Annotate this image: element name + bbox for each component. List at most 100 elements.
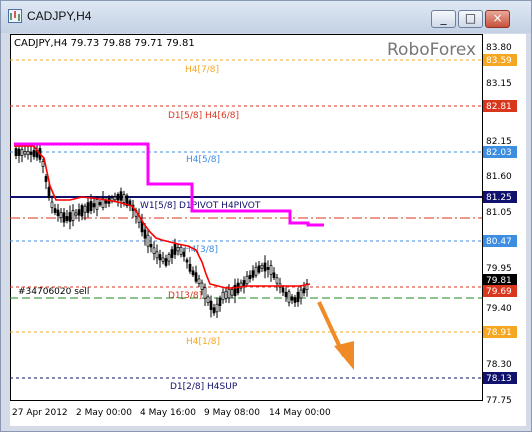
candle-body xyxy=(56,209,60,217)
level-label-h4-1-8: H4[1/8] xyxy=(186,337,220,347)
candle-body xyxy=(170,249,174,258)
candle-body xyxy=(185,259,189,263)
candle-body xyxy=(59,212,63,218)
candle-body xyxy=(104,200,108,204)
candle-body xyxy=(98,202,102,206)
candle-body xyxy=(302,288,306,294)
level-label-h4-5-8: H4[5/8] xyxy=(186,155,220,165)
chart-window: CADJPY,H4 _ □ × CADJPY,H4 79.73 79.88 79… xyxy=(0,0,532,432)
window-title: CADJPY,H4 xyxy=(27,9,92,23)
candle-body xyxy=(29,151,33,155)
maximize-button[interactable]: □ xyxy=(458,10,483,28)
candle-body xyxy=(215,303,219,313)
candle-body xyxy=(164,258,168,266)
price-axis: 83.80 83.59 83.15 82.81 82.15 82.03 81.6… xyxy=(483,43,517,406)
candle-body xyxy=(26,150,30,156)
candle-body xyxy=(191,270,195,276)
candle-body xyxy=(47,187,51,198)
price-tag-text: 81.25 xyxy=(486,193,512,203)
candle-body xyxy=(20,149,24,156)
price-tick: 79.95 xyxy=(486,264,512,274)
candle-body xyxy=(41,161,45,167)
level-label-d1-3-8: D1[3/8] xyxy=(168,291,202,301)
price-tag-text: 82.03 xyxy=(486,148,512,158)
level-label-h4-7-8: H4[7/8] xyxy=(185,65,219,75)
candle-body xyxy=(44,176,48,182)
price-tick: 83.80 xyxy=(486,43,512,53)
candle-body xyxy=(32,150,36,157)
price-tick: 81.05 xyxy=(486,208,512,218)
candle-body xyxy=(197,278,201,284)
level-label-h4sup: D1[2/8] H4SUP xyxy=(170,382,238,392)
candle-body xyxy=(275,277,279,284)
candle-body xyxy=(80,205,84,217)
price-tag-text: 79.69 xyxy=(486,287,512,297)
candle-body xyxy=(86,202,90,213)
sell-order-label: #34706020 sell xyxy=(18,287,89,297)
candle-body xyxy=(227,288,231,299)
candle-body xyxy=(146,234,150,247)
candle-body xyxy=(299,289,303,299)
candle-body xyxy=(203,287,207,299)
candle-body xyxy=(89,201,93,211)
candle-body xyxy=(188,263,192,272)
candle-body xyxy=(23,151,27,155)
price-tag-text: 82.81 xyxy=(486,102,512,112)
candle-body xyxy=(155,251,159,259)
candle-body xyxy=(119,191,123,201)
candle-body xyxy=(71,210,75,221)
time-axis: 27 Apr 2012 2 May 00:00 4 May 16:00 9 Ma… xyxy=(12,408,331,418)
candle-body xyxy=(257,265,261,273)
candle-body xyxy=(269,265,273,275)
candle-body xyxy=(53,208,57,213)
candle-body xyxy=(17,148,21,156)
candle-body xyxy=(242,280,246,286)
candle-body xyxy=(230,289,234,296)
time-tick: 14 May 00:00 xyxy=(269,408,331,418)
candle-body xyxy=(212,307,216,314)
price-tag-text: 80.47 xyxy=(486,237,512,247)
candle-body xyxy=(293,297,297,303)
price-tick: 81.60 xyxy=(486,172,512,182)
candle-body xyxy=(218,298,222,306)
time-tick: 2 May 00:00 xyxy=(76,408,132,418)
candle-body xyxy=(254,266,258,276)
candle-body xyxy=(143,229,147,239)
close-button[interactable]: × xyxy=(485,10,510,28)
watermark-text: RoboForex xyxy=(387,40,476,60)
time-tick: 27 Apr 2012 xyxy=(12,408,68,418)
candle-body xyxy=(296,291,300,303)
candle-body xyxy=(179,246,183,255)
candle-body xyxy=(167,254,171,262)
candle-body xyxy=(161,257,165,262)
candle-body xyxy=(83,205,87,213)
minimize-button[interactable]: _ xyxy=(431,10,456,28)
price-tick: 82.15 xyxy=(486,137,512,147)
title-bar[interactable]: CADJPY,H4 _ □ × xyxy=(1,1,531,33)
candle-body xyxy=(284,291,288,298)
price-tag-text: 83.59 xyxy=(486,56,512,66)
candle-body xyxy=(173,243,177,255)
candle-body xyxy=(194,272,198,282)
price-tick: 78.30 xyxy=(486,360,512,370)
chart-area[interactable]: CADJPY,H4 79.73 79.88 79.71 79.81 RoboFo… xyxy=(10,34,526,426)
candle-body xyxy=(122,194,126,203)
candle-body xyxy=(251,270,255,278)
candle-body xyxy=(200,282,204,290)
price-chart-svg[interactable]: CADJPY,H4 79.73 79.88 79.71 79.81 RoboFo… xyxy=(10,34,526,426)
candle-body xyxy=(176,246,180,252)
candle-body xyxy=(149,243,153,248)
candle-body xyxy=(113,196,117,201)
candle-body xyxy=(221,291,225,301)
price-tag-text: 78.91 xyxy=(486,328,512,338)
candle-body xyxy=(50,201,54,208)
candle-body xyxy=(95,199,99,210)
candle-body xyxy=(68,212,72,222)
candle-body xyxy=(287,291,291,303)
candle-body xyxy=(260,264,264,269)
level-label-d1-5-8: D1[5/8] H4[6/8] xyxy=(168,111,239,121)
price-tag-text: 79.81 xyxy=(486,276,512,286)
candle-body xyxy=(158,254,162,261)
candle-body xyxy=(266,267,270,270)
price-tick: 83.15 xyxy=(486,79,512,89)
